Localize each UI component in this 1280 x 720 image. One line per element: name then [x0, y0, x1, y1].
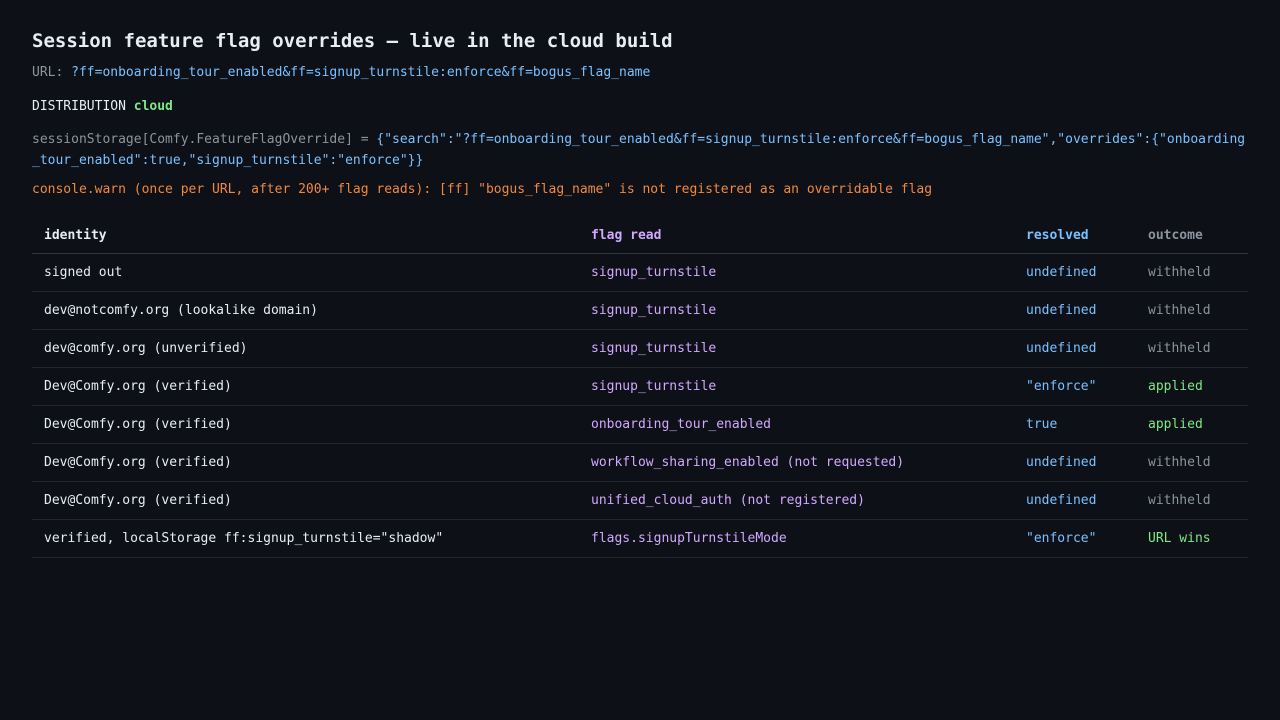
header-outcome: outcome [1136, 217, 1248, 254]
table-header-row: identity flag read resolved outcome [32, 217, 1248, 254]
console-warning: console.warn (once per URL, after 200+ f… [32, 182, 933, 197]
url-label: URL: [32, 65, 64, 80]
url-value: ?ff=onboarding_tour_enabled&ff=signup_tu… [71, 65, 651, 80]
cell-flag: signup_turnstile [579, 253, 1014, 292]
cell-outcome: withheld [1136, 443, 1248, 482]
table-row: Dev@Comfy.org (verified) unified_cloud_a… [32, 481, 1248, 520]
cell-flag: unified_cloud_auth (not registered) [579, 481, 1014, 520]
cell-flag: signup_turnstile [579, 291, 1014, 330]
cell-identity: Dev@Comfy.org (verified) [32, 443, 579, 482]
cell-resolved: true [1014, 405, 1136, 444]
distribution-label: DISTRIBUTION [32, 99, 126, 114]
header-flag-read: flag read [579, 217, 1014, 254]
distribution-line: DISTRIBUTION cloud [32, 98, 1248, 116]
cell-resolved: undefined [1014, 253, 1136, 292]
cell-outcome: applied [1136, 367, 1248, 406]
table-row: Dev@Comfy.org (verified) onboarding_tour… [32, 405, 1248, 444]
cell-outcome: URL wins [1136, 519, 1248, 558]
cell-outcome: withheld [1136, 329, 1248, 368]
page-title: Session feature flag overrides — live in… [32, 30, 673, 52]
flag-resolution-table: identity flag read resolved outcome sign… [32, 217, 1248, 558]
cell-identity: signed out [32, 253, 579, 292]
cell-resolved: "enforce" [1014, 367, 1136, 406]
cell-resolved: undefined [1014, 481, 1136, 520]
cell-identity: Dev@Comfy.org (verified) [32, 405, 579, 444]
cell-identity: Dev@Comfy.org (verified) [32, 367, 579, 406]
cell-resolved: "enforce" [1014, 519, 1136, 558]
distribution-value: cloud [133, 99, 173, 114]
header-resolved: resolved [1014, 217, 1136, 254]
table-row: dev@comfy.org (unverified) signup_turnst… [32, 329, 1248, 368]
cell-flag: workflow_sharing_enabled (not requested) [579, 443, 1014, 482]
cell-identity: dev@notcomfy.org (lookalike domain) [32, 291, 579, 330]
table-row: Dev@Comfy.org (verified) signup_turnstil… [32, 367, 1248, 406]
cell-outcome: withheld [1136, 253, 1248, 292]
cell-flag: signup_turnstile [579, 329, 1014, 368]
cell-outcome: applied [1136, 405, 1248, 444]
cell-identity: verified, localStorage ff:signup_turnsti… [32, 519, 579, 558]
url-line: URL: ?ff=onboarding_tour_enabled&ff=sign… [32, 64, 1248, 82]
table-row: signed out signup_turnstile undefined wi… [32, 253, 1248, 292]
cell-identity: Dev@Comfy.org (verified) [32, 481, 579, 520]
cell-identity: dev@comfy.org (unverified) [32, 329, 579, 368]
cell-outcome: withheld [1136, 291, 1248, 330]
session-storage-label: sessionStorage[Comfy.FeatureFlagOverride… [32, 132, 369, 147]
cell-resolved: undefined [1014, 443, 1136, 482]
cell-flag: onboarding_tour_enabled [579, 405, 1014, 444]
header-identity: identity [32, 217, 579, 254]
session-storage-line: sessionStorage[Comfy.FeatureFlagOverride… [32, 129, 1248, 171]
table-row: dev@notcomfy.org (lookalike domain) sign… [32, 291, 1248, 330]
cell-resolved: undefined [1014, 329, 1136, 368]
table-row: verified, localStorage ff:signup_turnsti… [32, 519, 1248, 558]
page: Session feature flag overrides — live in… [0, 0, 1280, 720]
cell-outcome: withheld [1136, 481, 1248, 520]
cell-flag: signup_turnstile [579, 367, 1014, 406]
cell-flag: flags.signupTurnstileMode [579, 519, 1014, 558]
table-row: Dev@Comfy.org (verified) workflow_sharin… [32, 443, 1248, 482]
cell-resolved: undefined [1014, 291, 1136, 330]
